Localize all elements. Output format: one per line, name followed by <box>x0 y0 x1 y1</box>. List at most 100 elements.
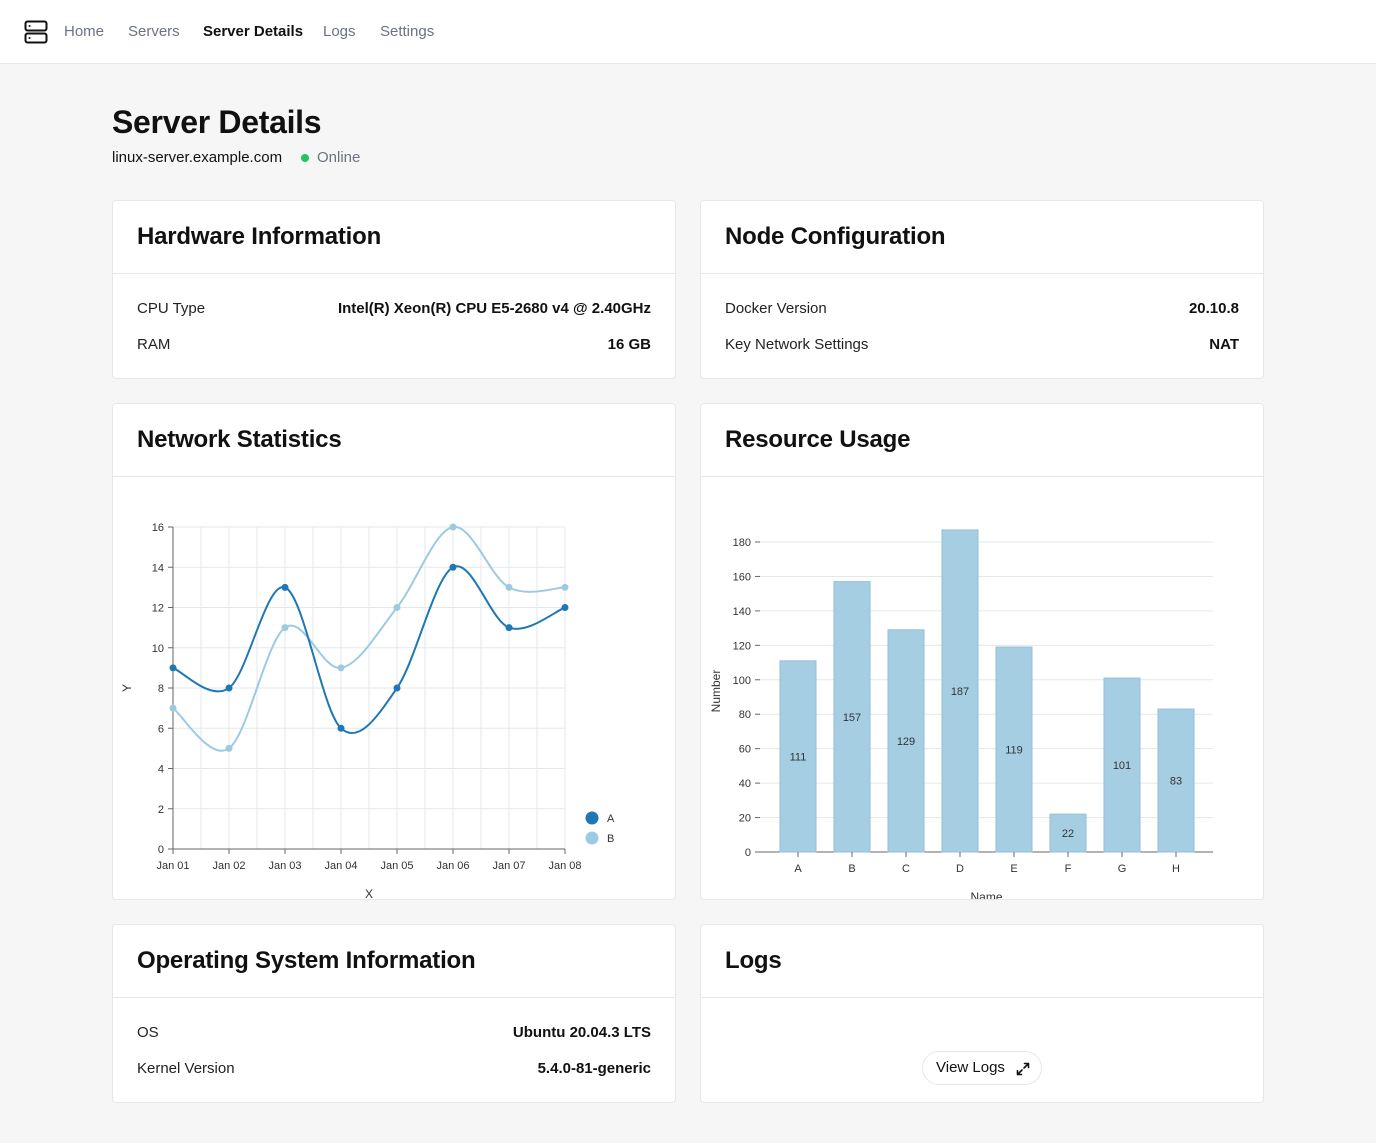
x-tick-label: Jan 01 <box>156 860 189 872</box>
data-point-b <box>169 704 177 712</box>
hardware-card: Hardware Information CPU Type Intel(R) X… <box>112 200 676 379</box>
legend-label-b: B <box>607 833 614 845</box>
network-stats-card: Network Statistics 0 2 4 6 8 10 12 14 16 Jan 01 Ja… <box>112 403 676 900</box>
os-info-card: Operating System Information OS Ubuntu 2… <box>112 924 676 1103</box>
cpu-type-value: Intel(R) Xeon(R) CPU E5-2680 v4 @ 2.40GH… <box>337 300 651 317</box>
data-point-b <box>505 583 513 591</box>
y-tick-label: 60 <box>739 744 751 756</box>
network-line-chart: 0 2 4 6 8 10 12 14 16 Jan 01 Jan 02 Jan 03 Jan 04 Jan… <box>120 522 615 899</box>
y-tick-label: 0 <box>745 847 751 859</box>
y-tick-label: 10 <box>152 643 164 655</box>
bar-value-label: 83 <box>1170 776 1182 788</box>
x-tick-label: Jan 06 <box>436 860 469 872</box>
y-tick-label: 160 <box>733 571 751 583</box>
y-tick-label: 16 <box>152 522 164 534</box>
legend-marker-b <box>585 831 599 845</box>
x-axis-label: X <box>365 887 373 899</box>
view-logs-label: View Logs <box>936 1059 1005 1076</box>
card-title: Node Configuration <box>725 223 946 250</box>
data-point-a <box>505 624 513 632</box>
data-point-a <box>169 664 177 672</box>
card-title: Operating System Information <box>137 947 476 974</box>
server-icon[interactable] <box>24 20 48 44</box>
resource-usage-card: Resource Usage 0 20 40 60 80 100 120 140 160 180 1… <box>700 403 1264 900</box>
ram-value: 16 GB <box>607 336 651 353</box>
card-header: Hardware Information <box>113 201 675 274</box>
network-settings-label: Key Network Settings <box>725 336 869 353</box>
x-tick-label: Jan 08 <box>548 860 581 872</box>
network-settings-value: NAT <box>1209 336 1239 353</box>
status-dot-icon <box>301 154 309 162</box>
x-tick-label: D <box>956 863 964 875</box>
y-tick-label: 120 <box>733 640 751 652</box>
y-tick-label: 8 <box>158 683 164 695</box>
y-tick-label: 2 <box>158 804 164 816</box>
x-tick-label: E <box>1010 863 1017 875</box>
y-tick-label: 20 <box>739 813 751 825</box>
x-tick-label: G <box>1118 863 1127 875</box>
data-point-b <box>337 664 345 672</box>
view-logs-button[interactable]: View Logs <box>922 1051 1042 1085</box>
x-tick-label: Jan 07 <box>492 860 525 872</box>
data-point-a <box>393 684 401 692</box>
legend-marker-a <box>585 811 599 825</box>
os-value: Ubuntu 20.04.3 LTS <box>512 1024 651 1041</box>
nav-settings[interactable]: Settings <box>380 22 434 42</box>
kernel-version-label: Kernel Version <box>137 1060 235 1077</box>
card-title: Network Statistics <box>137 426 342 453</box>
card-title: Logs <box>725 947 782 974</box>
resource-bar-chart: 0 20 40 60 80 100 120 140 160 180 111 A 157 B 129 C 187 D… <box>709 529 1213 899</box>
data-point-a <box>337 724 345 732</box>
legend-label-a: A <box>607 813 615 825</box>
cpu-type-label: CPU Type <box>137 300 206 317</box>
data-point-b <box>449 523 457 531</box>
nav-home[interactable]: Home <box>64 22 104 42</box>
y-tick-label: 12 <box>152 603 164 615</box>
bar-value-label: 157 <box>843 712 861 724</box>
y-tick-label: 140 <box>733 606 751 618</box>
card-header: Logs <box>701 925 1263 998</box>
kernel-version-value: 5.4.0-81-generic <box>537 1060 651 1077</box>
x-tick-label: Jan 04 <box>324 860 357 872</box>
x-tick-label: B <box>848 863 855 875</box>
x-tick-label: Jan 05 <box>380 860 413 872</box>
y-tick-label: 4 <box>158 764 164 776</box>
x-tick-label: Jan 03 <box>268 860 301 872</box>
expand-icon <box>1016 1062 1030 1076</box>
bar-value-label: 22 <box>1062 828 1074 840</box>
y-tick-label: 100 <box>733 675 751 687</box>
x-tick-label: H <box>1172 863 1180 875</box>
logs-card: Logs View Logs <box>700 924 1264 1103</box>
status-badge: Online <box>317 149 361 166</box>
card-header: Operating System Information <box>113 925 675 998</box>
x-tick-label: A <box>794 863 802 875</box>
os-label: OS <box>137 1024 159 1041</box>
nav-server-details[interactable]: Server Details <box>203 22 303 42</box>
y-tick-label: 14 <box>152 562 164 574</box>
x-tick-label: F <box>1065 863 1072 875</box>
data-point-a <box>561 604 569 611</box>
y-tick-label: 0 <box>158 844 164 856</box>
data-point-b <box>281 624 289 632</box>
card-header: Node Configuration <box>701 201 1263 274</box>
x-axis-label: Name <box>970 890 1002 899</box>
bar-value-label: 101 <box>1113 760 1131 772</box>
server-hostname: linux-server.example.com <box>112 149 283 166</box>
card-header: Resource Usage <box>701 404 1263 477</box>
y-tick-label: 40 <box>739 778 751 790</box>
data-point-a <box>281 583 289 591</box>
data-point-a <box>449 563 457 571</box>
page-title: Server Details <box>112 104 322 140</box>
y-axis-label: Number <box>709 670 723 713</box>
nav-logs[interactable]: Logs <box>323 22 356 42</box>
bar-value-label: 119 <box>1005 745 1023 757</box>
bar-value-label: 129 <box>897 736 915 748</box>
node-config-card: Node Configuration Docker Version 20.10.… <box>700 200 1264 379</box>
y-tick-label: 80 <box>739 709 751 721</box>
docker-version-label: Docker Version <box>725 300 827 317</box>
data-point-b <box>561 583 569 591</box>
x-tick-label: Jan 02 <box>212 860 245 872</box>
y-tick-label: 6 <box>158 723 164 735</box>
card-header: Network Statistics <box>113 404 675 477</box>
nav-servers[interactable]: Servers <box>128 22 180 42</box>
